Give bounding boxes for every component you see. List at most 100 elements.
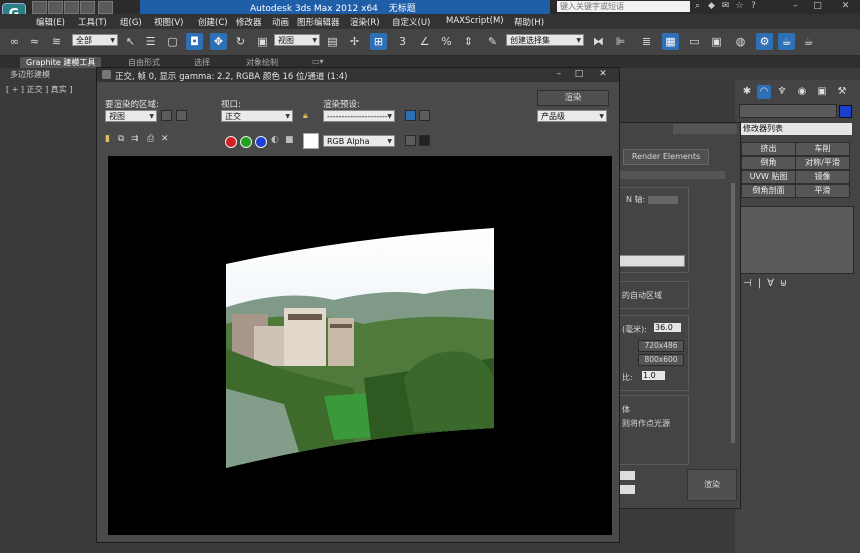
area-to-render-dropdown[interactable]: 视图 xyxy=(105,110,157,122)
aperture-field[interactable]: 36.0 xyxy=(654,323,681,332)
modifier-stack-list[interactable] xyxy=(739,206,854,274)
snap-toggle-icon[interactable]: 3 xyxy=(394,33,411,50)
close-icon[interactable]: ✕ xyxy=(840,1,851,12)
menu-customize[interactable]: 自定义(U) xyxy=(392,16,430,28)
render-preset-dropdown[interactable]: --------------------- xyxy=(323,110,395,122)
save-file-icon[interactable] xyxy=(64,1,79,14)
menu-graph-editors[interactable]: 图形编辑器 xyxy=(297,16,340,28)
lock-icon[interactable]: 🔒︎ xyxy=(303,111,308,121)
viewport-label[interactable]: [ + ] 正交 ] 真实 ] xyxy=(6,84,72,95)
motion-tab-icon[interactable]: ◉ xyxy=(795,85,809,99)
rollout-header[interactable] xyxy=(619,171,725,179)
align-icon[interactable]: ⊫ xyxy=(612,33,629,50)
menu-modifiers[interactable]: 修改器 xyxy=(236,16,262,28)
window-crossing-icon[interactable]: ◘ xyxy=(186,33,203,50)
minimize-icon[interactable]: – xyxy=(790,1,801,12)
menu-maxscript[interactable]: MAXScript(M) xyxy=(446,16,504,26)
select-object-icon[interactable]: ↖ xyxy=(122,33,139,50)
undo-icon[interactable] xyxy=(80,1,95,14)
favorites-icon[interactable]: ☆ xyxy=(734,1,745,12)
polygon-modeling-label[interactable]: 多边形建模 xyxy=(10,69,50,80)
menu-help[interactable]: 帮助(H) xyxy=(514,16,544,28)
utilities-tab-icon[interactable]: ⚒ xyxy=(835,85,849,99)
production-quality-dropdown[interactable]: 产品级 xyxy=(537,110,607,122)
copy-image-icon[interactable]: ⧉ xyxy=(118,134,124,144)
minimize-icon[interactable]: – xyxy=(549,69,569,80)
menu-rendering[interactable]: 渲染(R) xyxy=(350,16,380,28)
tab-graphite[interactable]: Graphite 建模工具 xyxy=(20,57,102,68)
percent-snap-icon[interactable]: % xyxy=(438,33,455,50)
menu-edit[interactable]: 编辑(E) xyxy=(36,16,65,28)
ribbon-options-icon[interactable]: ▭▾ xyxy=(312,57,324,66)
render-image-area[interactable] xyxy=(108,156,612,535)
menu-group[interactable]: 组(G) xyxy=(120,16,142,28)
named-selection-dropdown[interactable]: 创建选择集 xyxy=(506,34,584,47)
rect-selection-icon[interactable]: ▢ xyxy=(164,33,181,50)
select-manipulate-icon[interactable]: ✢ xyxy=(346,33,363,50)
clear-icon[interactable]: ✕ xyxy=(161,134,169,144)
reference-coordinate-dropdown[interactable]: 视图 xyxy=(274,34,320,47)
modifier-button[interactable]: UVW 贴图 xyxy=(741,170,796,184)
pixel-ratio-field[interactable]: 1.0 xyxy=(642,371,665,380)
mirror-icon[interactable]: ⧓ xyxy=(590,33,607,50)
red-channel-icon[interactable] xyxy=(225,136,237,148)
selection-filter-dropdown[interactable]: 全部 xyxy=(72,34,118,47)
green-channel-icon[interactable] xyxy=(240,136,252,148)
modifier-button[interactable]: 对称/平滑 xyxy=(795,156,850,170)
render-setup-window-controls[interactable] xyxy=(673,124,737,134)
pivot-center-icon[interactable]: ▤ xyxy=(324,33,341,50)
search-icon[interactable]: ⌕ xyxy=(692,1,703,12)
modifier-button[interactable]: 倒角 xyxy=(741,156,796,170)
object-color-swatch[interactable] xyxy=(839,105,852,118)
menu-animation[interactable]: 动画 xyxy=(272,16,289,28)
link-icon[interactable]: ∞ xyxy=(6,33,23,50)
communication-icon[interactable]: ✉ xyxy=(720,1,731,12)
modifier-button[interactable]: 镜像 xyxy=(795,170,850,184)
viewport-dropdown[interactable]: 正交 xyxy=(221,110,293,122)
preset-dropdown[interactable] xyxy=(619,471,635,480)
modify-tab-icon[interactable]: ◠ xyxy=(757,85,771,99)
display-tab-icon[interactable]: ▣ xyxy=(815,85,829,99)
render-production-icon[interactable]: ☕ xyxy=(800,33,817,50)
angle-snap-icon[interactable]: ∠ xyxy=(416,33,433,50)
scrollbar[interactable] xyxy=(731,183,735,443)
unlink-icon[interactable]: ≈ xyxy=(26,33,43,50)
curve-editor-icon[interactable]: ▭ xyxy=(686,33,703,50)
modifier-button[interactable]: 平滑 xyxy=(795,184,850,198)
spinner-snap-icon[interactable]: ⇕ xyxy=(460,33,477,50)
alpha-channel-icon[interactable]: ◐ xyxy=(271,135,279,145)
hierarchy-tab-icon[interactable]: ♆ xyxy=(775,85,789,99)
object-name-field[interactable] xyxy=(739,104,837,118)
help-icon[interactable]: ? xyxy=(748,1,759,12)
toggle-ui-icon[interactable] xyxy=(419,135,430,146)
subscription-icon[interactable]: ◆ xyxy=(706,1,717,12)
auto-region-icon[interactable] xyxy=(176,110,187,121)
select-by-name-icon[interactable]: ☰ xyxy=(142,33,159,50)
menu-views[interactable]: 视图(V) xyxy=(154,16,183,28)
schematic-view-icon[interactable]: ▣ xyxy=(708,33,725,50)
blue-channel-icon[interactable] xyxy=(255,136,267,148)
toggle-ui-overlay-icon[interactable] xyxy=(405,135,416,146)
create-tab-icon[interactable]: ✱ xyxy=(740,85,754,99)
region-field[interactable] xyxy=(619,255,685,267)
n-axis-spinner[interactable] xyxy=(648,196,678,204)
menu-tools[interactable]: 工具(T) xyxy=(78,16,107,28)
material-editor-icon[interactable]: ◍ xyxy=(732,33,749,50)
maximize-icon[interactable]: □ xyxy=(569,69,589,80)
resolution-preset-button[interactable]: 800x600 xyxy=(638,354,684,366)
render-button[interactable]: 渲染 xyxy=(687,469,737,501)
print-icon[interactable]: ⎙ xyxy=(147,134,154,144)
edit-named-selection-icon[interactable]: ✎ xyxy=(484,33,501,50)
render-button[interactable]: 渲染 xyxy=(537,90,609,106)
rendered-frame-window-icon[interactable]: ☕ xyxy=(778,33,795,50)
open-file-icon[interactable] xyxy=(48,1,63,14)
menu-create[interactable]: 创建(C) xyxy=(198,16,228,28)
modifier-button[interactable]: 车削 xyxy=(795,142,850,156)
save-image-icon[interactable]: ▮ xyxy=(105,134,110,144)
environment-icon[interactable] xyxy=(419,110,430,121)
modifier-button[interactable]: 挤出 xyxy=(741,142,796,156)
edit-region-icon[interactable] xyxy=(161,110,172,121)
color-swatch[interactable] xyxy=(303,133,319,149)
modifier-list-dropdown[interactable]: 修改器列表 xyxy=(739,123,852,135)
monochrome-icon[interactable]: ■ xyxy=(285,135,294,145)
